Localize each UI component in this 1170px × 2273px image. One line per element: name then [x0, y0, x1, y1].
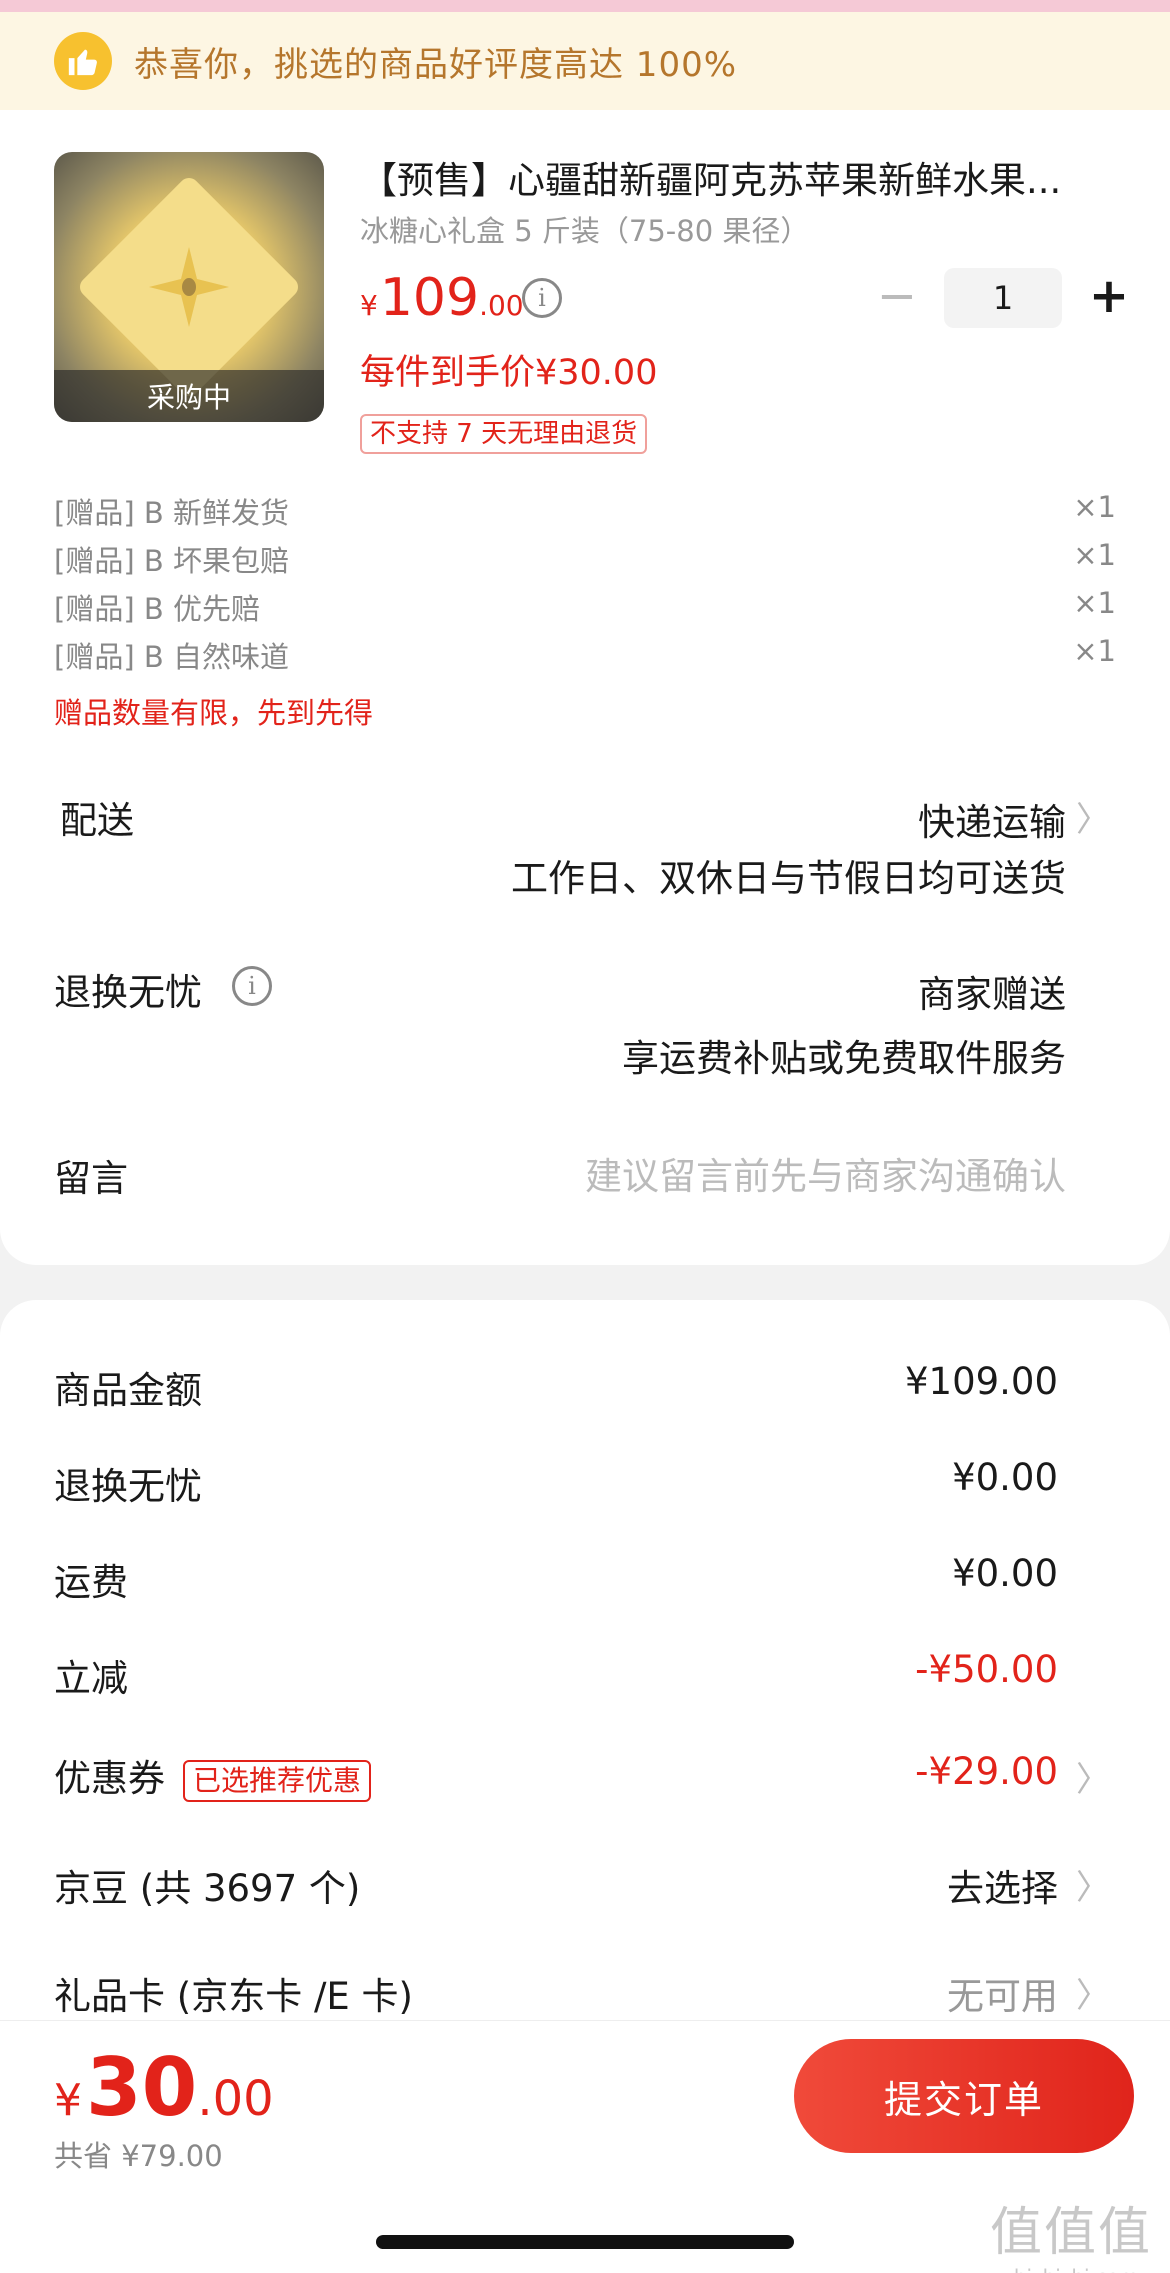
product-image[interactable]: 采购中: [54, 152, 324, 422]
worry-free-fee-value: ¥0.00: [952, 1456, 1058, 1499]
chevron-right-icon[interactable]: 〉: [1076, 792, 1110, 841]
worry-free-info-icon[interactable]: i: [232, 966, 272, 1006]
coupon-label: 优惠券: [54, 1757, 165, 1800]
gift-label: [赠品] B 新鲜发货: [54, 496, 289, 530]
product-spec[interactable]: 冰糖心礼盒 5 斤装（75-80 果径）: [360, 208, 809, 250]
worry-free-label: 退换无忧: [54, 971, 202, 1014]
total-saved: 共省 ¥79.00: [54, 2139, 223, 2173]
quantity-input[interactable]: 1: [944, 268, 1062, 328]
gift-item: [赠品] B 坏果包赔 ×1: [54, 538, 1116, 580]
instant-discount-value: -¥50.00: [915, 1648, 1058, 1691]
total-price: ¥ 30 .00: [54, 2041, 274, 2134]
instant-discount-label: 立减: [54, 1657, 128, 1700]
watermark-url: zhizhizhi.com: [990, 2265, 1152, 2273]
delivery-label: 配送: [60, 799, 134, 842]
goods-amount-value: ¥109.00: [904, 1360, 1058, 1403]
price-info-icon[interactable]: i: [522, 278, 562, 318]
freight-value: ¥0.00: [952, 1552, 1058, 1595]
price-integer: 109: [379, 268, 480, 328]
coupon-selected-badge: 已选推荐优惠: [183, 1759, 372, 1802]
unit-final-price: 每件到手价¥30.00: [360, 353, 658, 393]
quantity-stepper: − 1 +: [872, 268, 1134, 328]
price-decimal: .00: [479, 289, 524, 322]
chevron-right-icon[interactable]: 〉: [1076, 1968, 1110, 2017]
worry-free-fee-label: 退换无忧: [54, 1465, 202, 1508]
coupon-value[interactable]: -¥29.00: [915, 1750, 1058, 1793]
gift-qty: ×1: [1073, 538, 1116, 572]
gift-card-label: 礼品卡 (京东卡 /E 卡): [54, 1975, 413, 2018]
praise-banner: 恭喜你，挑选的商品好评度高达 100%: [0, 12, 1170, 110]
gift-item: [赠品] B 优先赔 ×1: [54, 586, 1116, 628]
gift-item: [赠品] B 新鲜发货 ×1: [54, 490, 1116, 532]
delivery-method[interactable]: 快递运输: [918, 792, 1066, 846]
increase-quantity-button[interactable]: +: [1084, 268, 1134, 328]
no-return-badge: 不支持 7 天无理由退货: [360, 414, 648, 454]
thumbs-up-icon: [54, 32, 112, 90]
gift-label: [赠品] B 自然味道: [54, 640, 289, 674]
worry-free-note: 享运费补贴或免费取件服务: [622, 1037, 1066, 1080]
jingdou-label: 京豆 (共 3697 个): [54, 1867, 361, 1910]
watermark: 值值值 zhizhizhi.com: [990, 2190, 1152, 2273]
gift-limit-note: 赠品数量有限，先到先得: [54, 696, 374, 730]
worry-free-value: 商家赠送: [918, 973, 1066, 1016]
freight-label: 运费: [54, 1561, 128, 1604]
gift-qty: ×1: [1073, 586, 1116, 620]
gift-label: [赠品] B 坏果包赔: [54, 544, 289, 578]
chevron-right-icon[interactable]: 〉: [1076, 1752, 1110, 1801]
order-item-card: 采购中 【预售】心疆甜新疆阿克苏苹果新鲜水果... 冰糖心礼盒 5 斤装（75-…: [0, 110, 1170, 1265]
product-price: ¥ 109 .00: [360, 268, 524, 328]
total-decimal: .00: [197, 2071, 274, 2127]
price-symbol: ¥: [360, 289, 378, 322]
top-accent-line: [0, 0, 1170, 12]
jingdou-select[interactable]: 去选择: [947, 1858, 1058, 1912]
message-input[interactable]: 建议留言前先与商家沟通确认: [585, 1146, 1066, 1200]
decrease-quantity-button[interactable]: −: [872, 268, 922, 328]
gift-label: [赠品] B 优先赔: [54, 592, 260, 626]
delivery-note: 工作日、双休日与节假日均可送货: [511, 857, 1066, 900]
gift-qty: ×1: [1073, 490, 1116, 524]
price-summary-card: 商品金额 ¥109.00 退换无忧 ¥0.00 运费 ¥0.00 立减 -¥50…: [0, 1300, 1170, 2060]
watermark-logo: 值值值: [989, 2203, 1152, 2263]
submit-order-button[interactable]: 提交订单: [794, 2039, 1134, 2153]
gift-item: [赠品] B 自然味道 ×1: [54, 634, 1116, 676]
product-image-status: 采购中: [54, 370, 324, 422]
total-symbol: ¥: [54, 2075, 82, 2126]
home-indicator[interactable]: [376, 2235, 794, 2249]
product-title[interactable]: 【预售】心疆甜新疆阿克苏苹果新鲜水果...: [360, 150, 1120, 204]
coupon-row[interactable]: 优惠券 已选推荐优惠: [54, 1748, 372, 1802]
goods-amount-label: 商品金额: [54, 1369, 202, 1412]
gift-card-value[interactable]: 无可用: [947, 1966, 1058, 2020]
message-label: 留言: [54, 1157, 128, 1200]
chevron-right-icon[interactable]: 〉: [1076, 1860, 1110, 1909]
checkout-bar: ¥ 30 .00 共省 ¥79.00 提交订单: [0, 2020, 1170, 2173]
banner-text: 恭喜你，挑选的商品好评度高达 100%: [134, 44, 738, 85]
gift-qty: ×1: [1073, 634, 1116, 668]
total-integer: 30: [86, 2041, 198, 2134]
